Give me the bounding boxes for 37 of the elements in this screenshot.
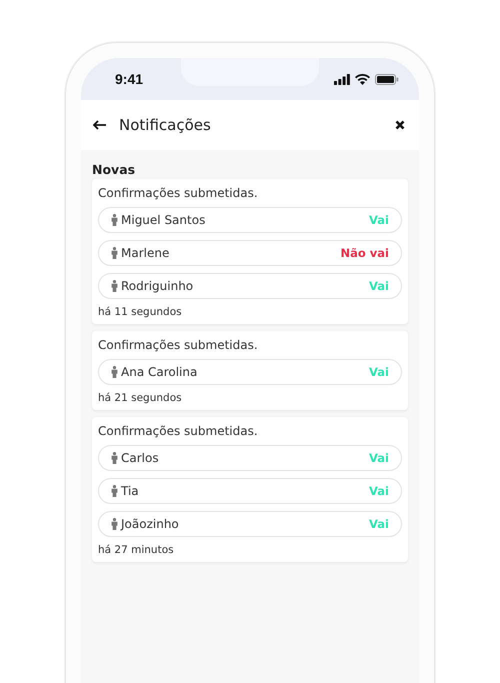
timestamp: há 11 segundos	[98, 306, 183, 318]
section-title: Novas	[92, 162, 136, 177]
arrow-left-icon	[93, 120, 107, 130]
close-button[interactable]	[393, 118, 407, 132]
person-icon	[111, 485, 118, 497]
battery-icon	[375, 74, 399, 84]
status-time: 9:41	[115, 71, 144, 87]
rsvp-status: Vai	[369, 365, 389, 379]
timestamp: há 27 minutos	[98, 544, 175, 556]
guest-name: Joãozinho	[121, 517, 180, 531]
rsvp-status: Não vai	[340, 246, 389, 260]
rsvp-status: Vai	[369, 451, 389, 465]
close-icon	[395, 120, 405, 130]
rsvp-status: Vai	[369, 279, 389, 293]
page-title: Notificações	[119, 116, 212, 134]
rsvp-status: Vai	[369, 484, 389, 498]
guest-name: Marlene	[121, 246, 170, 260]
person-icon	[111, 214, 118, 226]
person-icon	[111, 247, 118, 259]
notification-message: Confirmações submetidas.	[98, 338, 259, 352]
guest-name: Tia	[121, 484, 140, 498]
notification-message: Confirmações submetidas.	[98, 424, 259, 438]
rsvp-status: Vai	[369, 517, 389, 531]
notification-message: Confirmações submetidas.	[98, 186, 259, 200]
guest-name: Rodriguinho	[121, 279, 194, 293]
guest-name: Ana Carolina	[121, 365, 198, 379]
wifi-icon	[355, 74, 370, 84]
person-icon	[111, 366, 118, 378]
person-icon	[111, 280, 118, 292]
person-icon	[111, 518, 118, 530]
person-icon	[111, 452, 118, 464]
back-button[interactable]	[91, 118, 109, 132]
timestamp: há 21 segundos	[98, 392, 183, 404]
signal-icon	[334, 74, 350, 84]
guest-name: Miguel Santos	[121, 213, 206, 227]
guest-name: Carlos	[121, 451, 160, 465]
rsvp-status: Vai	[369, 213, 389, 227]
